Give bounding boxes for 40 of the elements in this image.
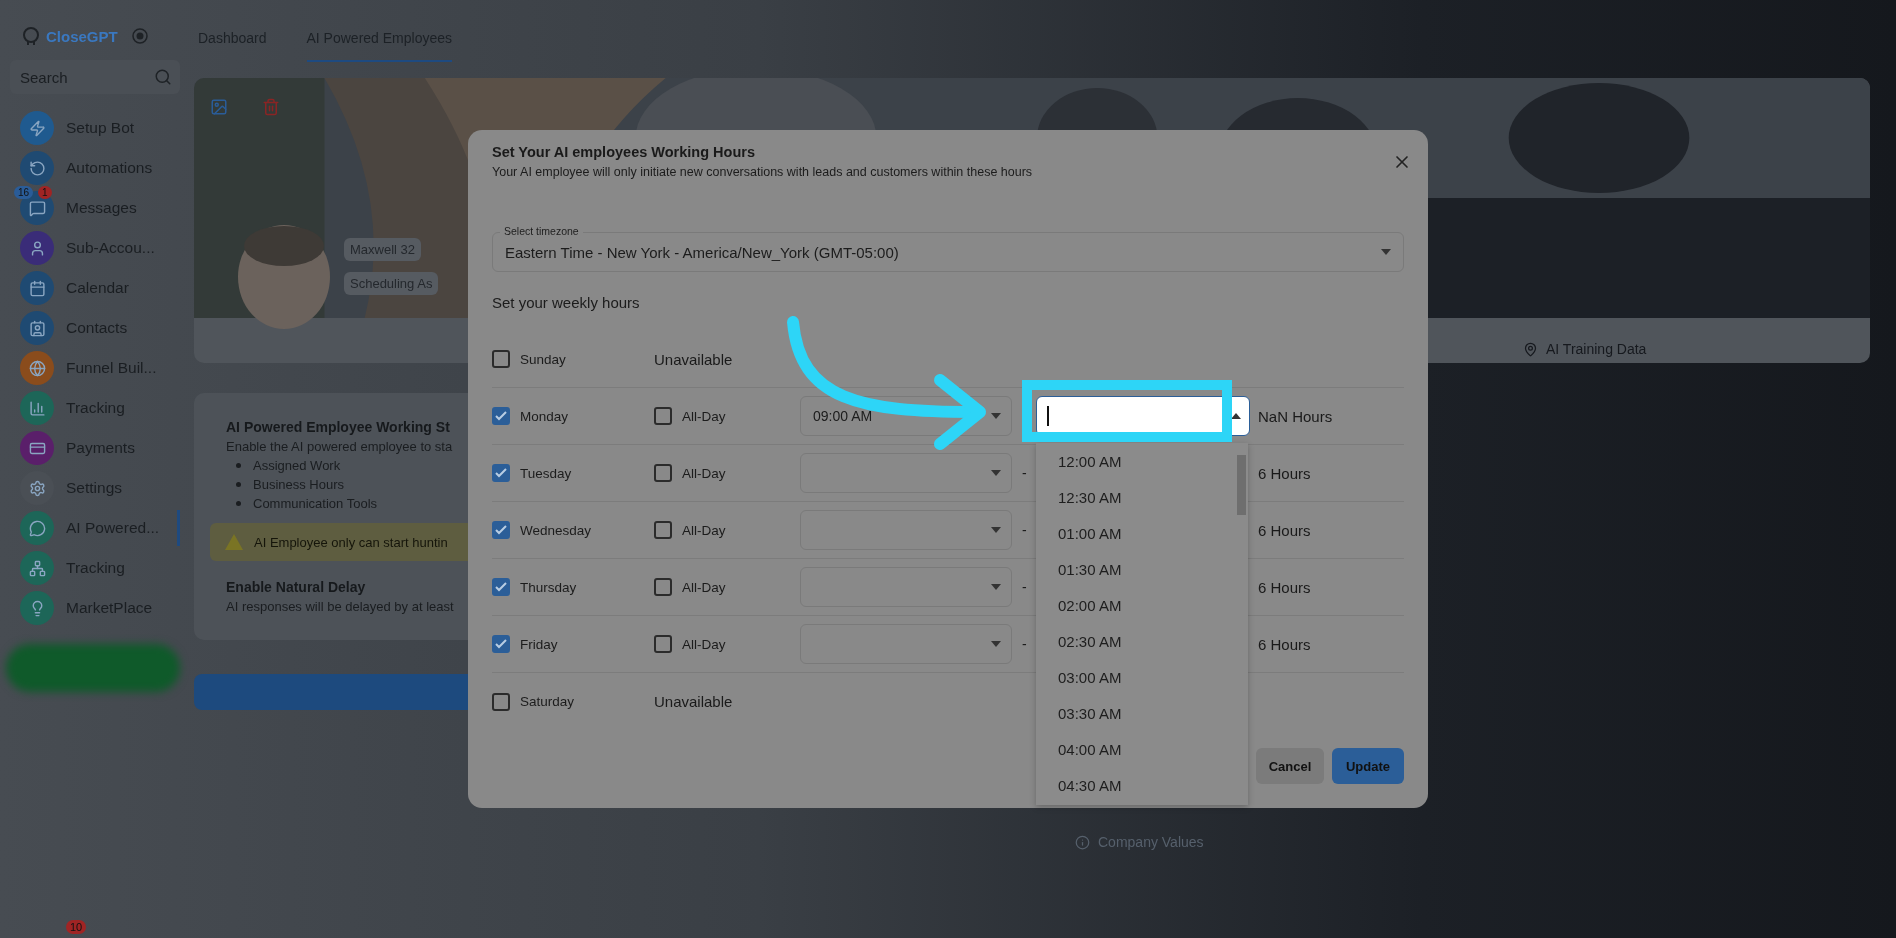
- all-day-label: All-Day: [682, 579, 726, 595]
- timezone-value: Eastern Time - New York - America/New_York (GMT-05:00): [505, 243, 899, 261]
- hours-total: NaN Hours: [1257, 407, 1334, 425]
- range-separator: -: [1021, 579, 1028, 595]
- card-title: AI Powered Employee Working St: [226, 419, 450, 435]
- hours-total: 6 Hours: [1257, 521, 1312, 539]
- bullet-item: Assigned Work: [253, 458, 341, 473]
- warning-text: AI Employee only can start huntin: [254, 534, 448, 550]
- day-label: Tuesday: [520, 465, 572, 481]
- all-day-label: All-Day: [682, 408, 726, 424]
- unavailable-label: Unavailable: [654, 693, 734, 710]
- hours-total: 6 Hours: [1257, 578, 1312, 596]
- field-label: Select timezone: [500, 224, 583, 238]
- day-label: Saturday: [520, 694, 575, 709]
- delay-description: AI responses will be delayed by at least: [226, 599, 454, 614]
- all-day-label: All-Day: [682, 636, 726, 652]
- dialog-subtitle: Your AI employee will only initiate new conversations with leads and customers within these hours: [492, 165, 1034, 179]
- all-day-label: All-Day: [682, 465, 726, 481]
- section-label: Set your weekly hours: [492, 294, 641, 311]
- dialog-title: Set Your AI employees Working Hours: [492, 144, 756, 160]
- range-separator: -: [1021, 522, 1028, 538]
- unread-badge: 1: [38, 186, 52, 199]
- start-time-value: 09:00 AM: [813, 408, 873, 424]
- count-badge: 16: [14, 186, 34, 199]
- bullet-item: Communication Tools: [253, 496, 378, 511]
- range-separator: -: [1021, 636, 1028, 652]
- day-label: Wednesday: [520, 522, 592, 538]
- day-label: Friday: [520, 636, 558, 652]
- range-separator: -: [1021, 465, 1028, 481]
- all-day-label: All-Day: [682, 522, 726, 538]
- bullet-item: Business Hours: [253, 477, 345, 492]
- day-label: Monday: [520, 408, 569, 424]
- unavailable-label: Unavailable: [654, 350, 734, 368]
- hours-total: 6 Hours: [1257, 635, 1312, 653]
- delay-title: Enable Natural Delay: [226, 579, 366, 595]
- app-logo: CloseGPT: [46, 27, 118, 45]
- day-label: Thursday: [520, 579, 577, 595]
- notification-badge: 10: [66, 920, 87, 934]
- hours-total: 6 Hours: [1257, 464, 1312, 482]
- day-label: Sunday: [520, 351, 566, 367]
